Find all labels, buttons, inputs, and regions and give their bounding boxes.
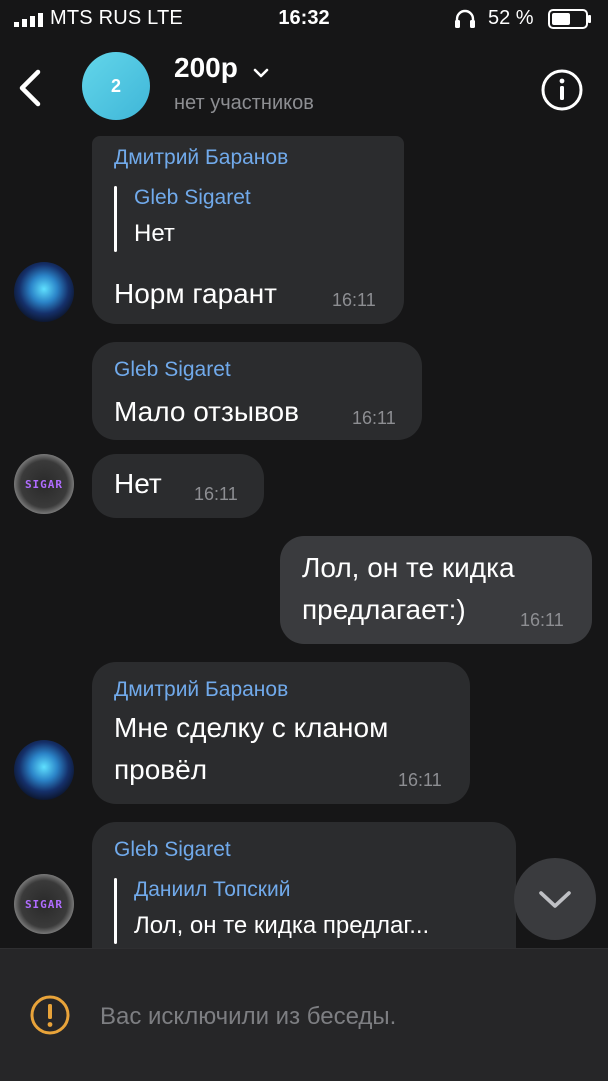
quote-bar xyxy=(114,186,117,252)
message-text-line: Лол, он те кидка xyxy=(302,552,515,583)
quote-author: Даниил Топский xyxy=(134,878,291,901)
info-icon[interactable] xyxy=(540,68,584,112)
message-sender[interactable]: Gleb Sigaret xyxy=(114,358,231,382)
scroll-to-bottom-button[interactable] xyxy=(514,858,596,940)
message-text-line: Мне сделку с кланом xyxy=(114,712,389,743)
message-sender[interactable]: Gleb Sigaret xyxy=(114,838,231,862)
quote-text: Лол, он те кидка предлаг... xyxy=(134,912,430,939)
chevron-down-icon xyxy=(539,891,571,908)
removed-from-chat-notice: Вас исключили из беседы. xyxy=(100,1003,397,1030)
chat-title: 200р xyxy=(174,52,238,83)
avatar-text: SIGAR xyxy=(24,477,64,491)
message-time: 16:11 xyxy=(194,484,238,504)
avatar[interactable] xyxy=(14,262,74,322)
quote-author: Gleb Sigaret xyxy=(134,186,251,209)
message-bubble[interactable]: Нет 16:11 xyxy=(92,454,264,518)
chat-avatar-text: 2 xyxy=(110,75,121,96)
chevron-down-icon xyxy=(253,68,269,78)
message-time: 16:11 xyxy=(332,290,376,310)
chat-avatar[interactable]: 2 xyxy=(82,52,150,120)
message-feed[interactable]: Дмитрий Баранов Gleb Sigaret Нет Норм га… xyxy=(0,136,608,948)
message-bubble[interactable]: Дмитрий Баранов Gleb Sigaret Нет Норм га… xyxy=(92,136,404,324)
chat-header: 2 200р нет участников xyxy=(0,40,608,136)
battery-percent: 52 % xyxy=(488,7,534,29)
avatar-text: SIGAR xyxy=(24,897,64,911)
composer-disabled-bar: Вас исключили из беседы. xyxy=(0,948,608,1081)
quote-bar xyxy=(114,878,117,944)
back-chevron-icon[interactable] xyxy=(8,62,52,114)
message-text: Норм гарант xyxy=(114,278,277,309)
warning-icon xyxy=(30,995,70,1035)
avatar[interactable]: SIGAR xyxy=(14,454,74,514)
headphones-icon xyxy=(455,9,475,28)
avatar[interactable] xyxy=(14,740,74,800)
message-time: 16:11 xyxy=(352,408,396,428)
message-bubble[interactable]: Gleb Sigaret Мало отзывов 16:11 xyxy=(92,342,422,440)
message-bubble[interactable]: Дмитрий Баранов Мне сделку с кланом пров… xyxy=(92,662,470,804)
message-text-line: провёл xyxy=(114,754,208,785)
message-bubble-outgoing[interactable]: Лол, он те кидка предлагает:) 16:11 xyxy=(280,536,592,644)
message-text: Мало отзывов xyxy=(114,396,299,427)
battery-icon xyxy=(548,9,591,29)
message-bubble[interactable]: Gleb Sigaret Даниил Топский Лол, он те к… xyxy=(92,822,516,948)
message-time: 16:11 xyxy=(398,770,442,790)
chat-subtitle: нет участников xyxy=(174,92,314,114)
message-text-line: предлагает:) xyxy=(302,594,466,625)
message-sender[interactable]: Дмитрий Баранов xyxy=(114,678,288,702)
chat-title-button[interactable]: 200р xyxy=(174,52,270,84)
quote-text: Нет xyxy=(134,220,175,247)
avatar[interactable]: SIGAR xyxy=(14,874,74,934)
message-text: Нет xyxy=(114,468,162,499)
message-sender[interactable]: Дмитрий Баранов xyxy=(114,146,288,170)
status-bar: MTS RUS LTE 16:32 52 % xyxy=(0,0,608,40)
message-time: 16:11 xyxy=(520,610,564,630)
